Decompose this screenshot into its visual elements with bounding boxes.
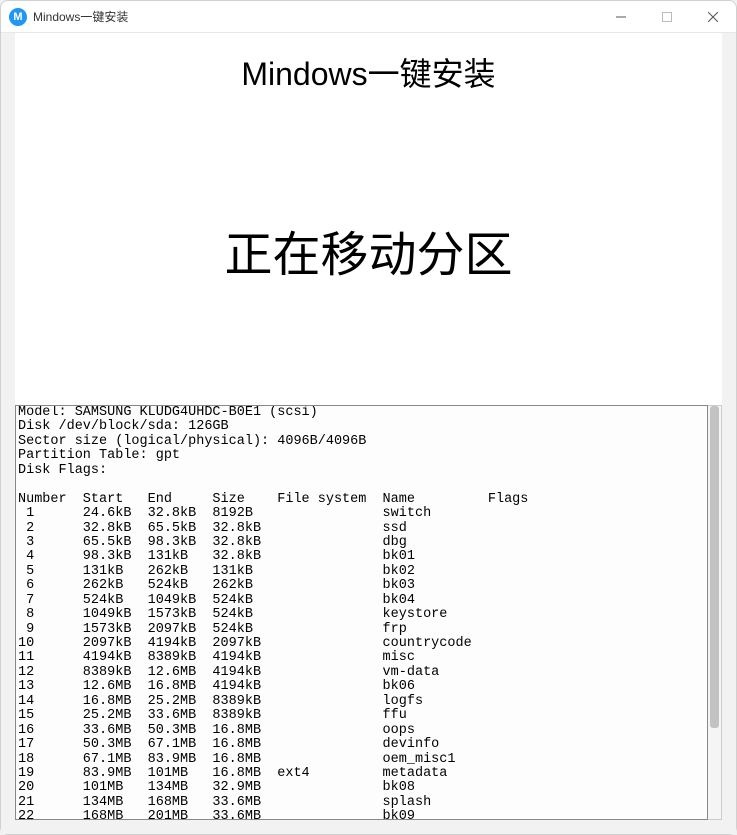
status-text: 正在移动分区 xyxy=(15,215,722,285)
content-area: Mindows一键安装 正在移动分区 Model: SAMSUNG KLUDG4… xyxy=(1,33,736,834)
window-title: Mindows一键安装 xyxy=(33,8,598,25)
log-output: Model: SAMSUNG KLUDG4UHDC-B0E1 (scsi) Di… xyxy=(15,405,708,820)
inner-panel: Mindows一键安装 正在移动分区 Model: SAMSUNG KLUDG4… xyxy=(15,33,722,820)
app-icon-letter: M xyxy=(13,11,22,23)
minimize-icon xyxy=(616,12,626,22)
log-wrap: Model: SAMSUNG KLUDG4UHDC-B0E1 (scsi) Di… xyxy=(15,405,722,820)
app-window: M Mindows一键安装 Mindows一键安装 正在移动分区 Model: … xyxy=(0,0,737,835)
maximize-icon xyxy=(662,12,672,22)
log-scrollbar[interactable] xyxy=(708,405,722,820)
log-scrollbar-thumb[interactable] xyxy=(710,406,719,728)
app-icon: M xyxy=(9,8,27,26)
titlebar: M Mindows一键安装 xyxy=(1,1,736,33)
minimize-button[interactable] xyxy=(598,1,644,32)
maximize-button xyxy=(644,1,690,32)
close-button[interactable] xyxy=(690,1,736,32)
window-controls xyxy=(598,1,736,32)
page-title: Mindows一键安装 xyxy=(15,49,722,95)
close-icon xyxy=(708,12,718,22)
